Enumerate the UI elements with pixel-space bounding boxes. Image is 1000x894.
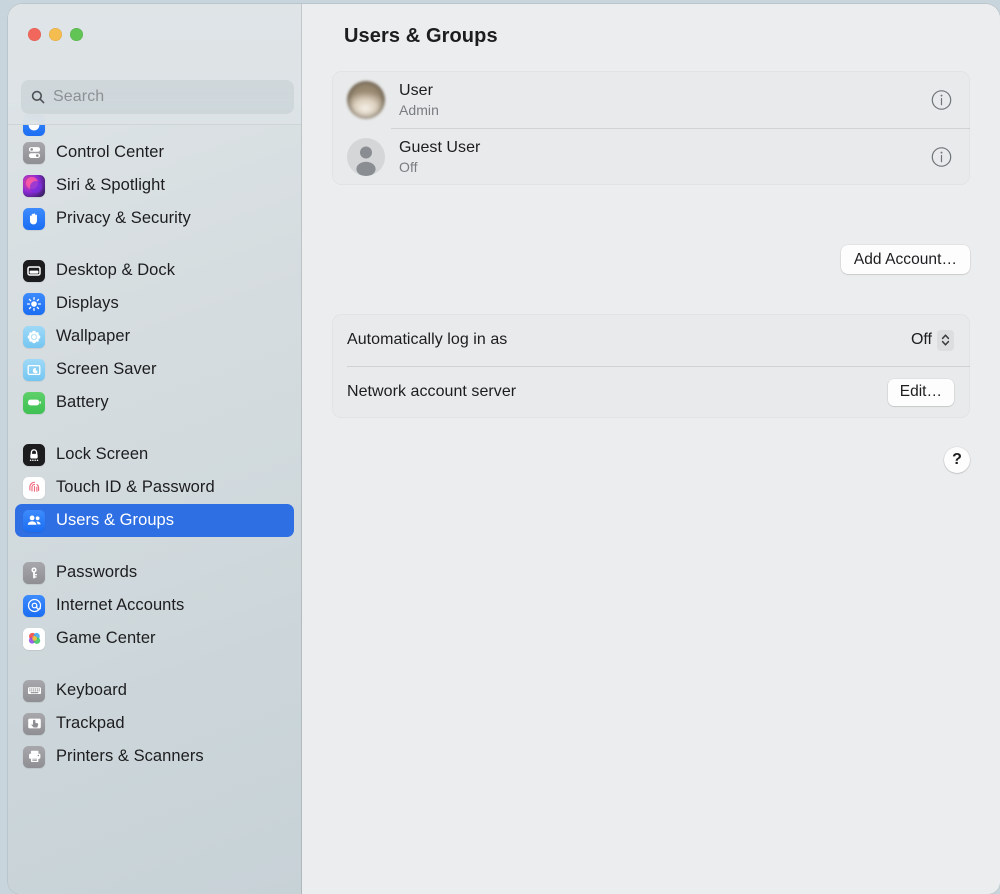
sidebar-item-wallpaper[interactable]: Wallpaper	[15, 320, 294, 353]
sidebar-item-keyboard[interactable]: Keyboard	[15, 674, 294, 707]
traffic-lights	[28, 28, 83, 41]
keyboard-icon	[23, 679, 45, 702]
lock-screen-icon	[23, 443, 45, 466]
sidebar-item-label: Passwords	[56, 563, 138, 581]
sidebar-group-divider	[8, 235, 301, 254]
desktop-dock-icon	[23, 259, 45, 282]
wallpaper-icon	[23, 325, 45, 348]
content-pane: Users & Groups User Admin Guest User Off…	[302, 4, 1000, 894]
account-texts: Guest User Off	[399, 139, 480, 175]
info-icon[interactable]	[931, 89, 952, 110]
siri-spotlight-icon	[23, 174, 45, 197]
help-button[interactable]: ?	[944, 447, 970, 473]
sidebar-item-passwords[interactable]: Passwords	[15, 556, 294, 589]
account-name: Guest User	[399, 138, 481, 156]
account-row-guest[interactable]: Guest User Off	[332, 128, 970, 185]
passwords-icon	[23, 561, 45, 584]
sidebar-item-game-center[interactable]: Game Center	[15, 622, 294, 655]
sidebar-group-divider	[8, 655, 301, 674]
sidebar-item-label: Printers & Scanners	[56, 747, 204, 765]
displays-icon	[23, 292, 45, 315]
game-center-icon	[23, 627, 45, 650]
sidebar-item-label: Battery	[56, 393, 109, 411]
sidebar-item-internet-accounts[interactable]: Internet Accounts	[15, 589, 294, 622]
edit-button[interactable]: Edit…	[887, 378, 954, 406]
sidebar-item-printers-scanners[interactable]: Printers & Scanners	[15, 740, 294, 773]
sidebar-item-displays[interactable]: Displays	[15, 287, 294, 320]
sidebar-item-label: Game Center	[56, 629, 156, 647]
account-name: User	[399, 81, 433, 99]
guest-silhouette-avatar	[347, 137, 385, 176]
sidebar-item-screen-saver[interactable]: Screen Saver	[15, 353, 294, 386]
sidebar-item-label: Screen Saver	[56, 360, 157, 378]
sidebar-group-divider	[8, 419, 301, 438]
sidebar-item-privacy-security[interactable]: Privacy & Security	[15, 202, 294, 235]
control-center-icon	[23, 141, 45, 164]
sidebar-item-label: Privacy & Security	[56, 209, 191, 227]
account-row-user[interactable]: User Admin	[332, 71, 970, 128]
sidebar-item-label: Siri & Spotlight	[56, 176, 166, 194]
screen-saver-icon	[23, 358, 45, 381]
search-input[interactable]: Search	[21, 80, 294, 114]
sidebar-item-siri-spotlight[interactable]: Siri & Spotlight	[15, 169, 294, 202]
sidebar-item-label: Users & Groups	[56, 511, 175, 529]
sidebar-item-label: Touch ID & Password	[56, 478, 215, 496]
sidebar-item-label: Keyboard	[56, 681, 128, 699]
users-groups-icon	[23, 509, 45, 532]
auto-login-popup-button[interactable]: Off	[910, 329, 954, 351]
sidebar-scroll-area[interactable]: Control Center Siri & Spotlight Privacy …	[8, 4, 301, 894]
sidebar-item-label: Wallpaper	[56, 327, 131, 345]
sidebar-item-label: Lock Screen	[56, 445, 149, 463]
sidebar-item-touch-id[interactable]: Touch ID & Password	[15, 471, 294, 504]
info-icon[interactable]	[931, 146, 952, 167]
account-role: Off	[399, 158, 418, 175]
auto-login-row: Automatically log in as Off	[332, 314, 970, 366]
sidebar-item-users-groups[interactable]: Users & Groups	[15, 504, 294, 537]
network-account-server-row: Network account server Edit…	[332, 366, 970, 418]
trackpad-icon	[23, 712, 45, 735]
user-photo-avatar	[347, 80, 385, 119]
minimize-button[interactable]	[49, 28, 62, 41]
search-icon	[30, 89, 46, 105]
sidebar-group-divider	[8, 537, 301, 556]
network-account-server-label: Network account server	[347, 383, 517, 400]
settings-card: Automatically log in as Off Network acco…	[332, 314, 970, 418]
sidebar-item-trackpad[interactable]: Trackpad	[15, 707, 294, 740]
sidebar-item-battery[interactable]: Battery	[15, 386, 294, 419]
chevron-up-down-icon	[937, 329, 954, 351]
sidebar-item-desktop-dock[interactable]: Desktop & Dock	[15, 254, 294, 287]
page-title: Users & Groups	[344, 25, 498, 47]
accounts-card: User Admin Guest User Off	[332, 71, 970, 185]
privacy-security-icon	[23, 207, 45, 230]
search-container: Search	[21, 80, 294, 114]
search-placeholder: Search	[53, 88, 105, 105]
system-settings-window: Control Center Siri & Spotlight Privacy …	[8, 4, 1000, 894]
auto-login-label: Automatically log in as	[347, 331, 508, 348]
account-texts: User Admin	[399, 82, 439, 118]
sidebar: Control Center Siri & Spotlight Privacy …	[8, 4, 302, 894]
auto-login-value: Off	[910, 331, 932, 348]
sidebar-item-label: Control Center	[56, 143, 164, 161]
sidebar-item-lock-screen[interactable]: Lock Screen	[15, 438, 294, 471]
close-button[interactable]	[28, 28, 41, 41]
account-role: Admin	[399, 101, 439, 118]
sidebar-item-label: Displays	[56, 294, 119, 312]
battery-icon	[23, 391, 45, 414]
sidebar-item-label: Internet Accounts	[56, 596, 185, 614]
add-account-button[interactable]: Add Account…	[840, 245, 970, 274]
sidebar-item-label: Trackpad	[56, 714, 125, 732]
sidebar-item-label: Desktop & Dock	[56, 261, 175, 279]
internet-accounts-icon	[23, 594, 45, 617]
zoom-button[interactable]	[70, 28, 83, 41]
printers-scanners-icon	[23, 745, 45, 768]
sidebar-item-control-center[interactable]: Control Center	[15, 136, 294, 169]
touch-id-icon	[23, 476, 45, 499]
